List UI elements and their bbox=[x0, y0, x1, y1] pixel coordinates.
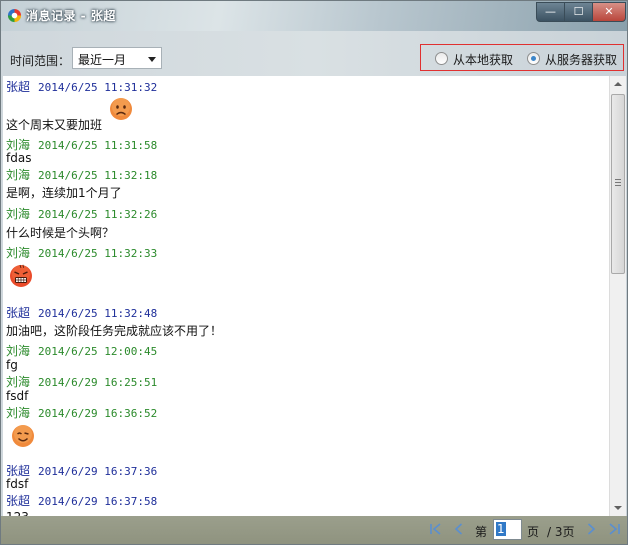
page-suffix: 页 bbox=[527, 525, 540, 539]
close-button[interactable]: ✕ bbox=[592, 2, 626, 22]
sender-name: 刘海 bbox=[6, 246, 31, 260]
sender-name: 张超 bbox=[6, 494, 31, 508]
message-text: 加油吧，这阶段任务完成就应该不用了！ bbox=[6, 324, 223, 338]
sender-name: 刘海 bbox=[6, 375, 31, 389]
time-range-select[interactable]: 最近一月 bbox=[72, 47, 162, 69]
message-time: 2014/6/29 16:37:58 bbox=[38, 495, 158, 508]
title-bar[interactable]: 消息记录 - 张超 — ☐ ✕ bbox=[1, 1, 627, 31]
close-icon: ✕ bbox=[604, 5, 614, 18]
message-time: 2014/6/25 11:31:58 bbox=[38, 139, 158, 152]
sender-name: 刘海 bbox=[6, 207, 31, 221]
radio-local-label[interactable]: 从本地获取 bbox=[453, 51, 513, 68]
filter-bar: 时间范围： 最近一月 从本地获取 从服务器获取 bbox=[1, 31, 627, 76]
time-range-value: 最近一月 bbox=[78, 53, 127, 67]
scroll-up-arrow-icon[interactable] bbox=[610, 76, 626, 93]
message-time: 2014/6/25 11:32:33 bbox=[38, 247, 158, 260]
message-time: 2014/6/29 16:25:51 bbox=[38, 376, 158, 389]
message-time: 2014/6/25 11:32:26 bbox=[38, 208, 158, 221]
angry-face-icon bbox=[10, 264, 32, 287]
sad-face-icon bbox=[110, 98, 132, 120]
last-page-icon[interactable] bbox=[606, 521, 622, 537]
message-text: 什么时候是个头啊？ bbox=[6, 226, 115, 240]
sender-name: 刘海 bbox=[6, 138, 31, 152]
wink-face-icon bbox=[12, 425, 34, 447]
message-time: 2014/6/25 12:00:45 bbox=[38, 345, 158, 358]
message-text: 这个周末又要加班 bbox=[6, 118, 103, 132]
message-time: 2014/6/25 11:31:32 bbox=[38, 81, 158, 94]
radio-server-label[interactable]: 从服务器获取 bbox=[545, 51, 617, 68]
maximize-icon: ☐ bbox=[573, 5, 584, 18]
message-text: fdsf bbox=[6, 477, 29, 491]
radio-server-circle-icon[interactable] bbox=[527, 52, 540, 65]
next-page-icon[interactable] bbox=[583, 521, 599, 537]
page-total: / 3页 bbox=[547, 525, 575, 539]
message-text: fsdf bbox=[6, 389, 29, 403]
message-header: 刘海 2014/6/25 11:32:18 bbox=[6, 166, 157, 183]
sender-name: 张超 bbox=[6, 306, 31, 320]
source-options: 从本地获取 从服务器获取 bbox=[420, 44, 624, 71]
prev-page-icon[interactable] bbox=[451, 521, 467, 537]
radio-local-circle-icon[interactable] bbox=[435, 52, 448, 65]
message-header: 刘海 2014/6/29 16:25:51 bbox=[6, 373, 157, 390]
time-range-label: 时间范围： bbox=[10, 54, 71, 68]
message-time: 2014/6/25 11:32:48 bbox=[38, 307, 158, 320]
chevron-down-icon bbox=[148, 57, 156, 62]
message-header: 刘海 2014/6/25 11:32:26 bbox=[6, 205, 157, 222]
message-text: fdas bbox=[6, 151, 32, 165]
pagination-bar: 第 1 页 / 3页 bbox=[1, 516, 627, 544]
sender-name: 刘海 bbox=[6, 344, 31, 358]
message-time: 2014/6/29 16:36:52 bbox=[38, 407, 158, 420]
scrollbar-thumb[interactable] bbox=[611, 94, 625, 274]
grip-icon bbox=[615, 179, 621, 186]
message-time: 2014/6/29 16:37:36 bbox=[38, 465, 158, 478]
current-page: 1 bbox=[496, 522, 506, 536]
message-header: 刘海 2014/6/25 11:32:33 bbox=[6, 244, 157, 261]
scroll-down-arrow-icon[interactable] bbox=[610, 499, 626, 516]
message-header: 刘海 2014/6/29 16:36:52 bbox=[6, 404, 157, 421]
window-title: 消息记录 - 张超 bbox=[26, 9, 116, 23]
message-list[interactable]: 张超 2014/6/25 11:31:32 这个周末又要加班 刘海 2014/6/2… bbox=[3, 76, 609, 516]
message-header: 刘海 2014/6/25 12:00:45 bbox=[6, 342, 157, 359]
minimize-button[interactable]: — bbox=[536, 2, 565, 22]
message-header: 张超 2014/6/29 16:37:58 bbox=[6, 492, 157, 509]
page-number-input[interactable]: 1 bbox=[493, 519, 522, 540]
message-header: 张超 2014/6/29 16:37:36 bbox=[6, 462, 157, 479]
sender-name: 刘海 bbox=[6, 168, 31, 182]
chat-history-window: 消息记录 - 张超 — ☐ ✕ 时间范围： 最近一月 从本地获取 从服务器获取 … bbox=[0, 0, 628, 545]
first-page-icon[interactable] bbox=[428, 521, 444, 537]
message-header: 张超 2014/6/25 11:32:48 bbox=[6, 304, 157, 321]
message-time: 2014/6/25 11:32:18 bbox=[38, 169, 158, 182]
maximize-button[interactable]: ☐ bbox=[564, 2, 593, 22]
sender-name: 刘海 bbox=[6, 406, 31, 420]
sender-name: 张超 bbox=[6, 464, 31, 478]
message-text: 是啊，连续加1个月了 bbox=[6, 186, 122, 200]
message-header: 张超 2014/6/25 11:31:32 bbox=[6, 78, 157, 95]
page-prefix: 第 bbox=[475, 525, 488, 539]
vertical-scrollbar[interactable] bbox=[609, 76, 626, 516]
app-logo-icon bbox=[7, 8, 22, 23]
message-text: fg bbox=[6, 358, 18, 372]
minimize-icon: — bbox=[545, 5, 556, 18]
sender-name: 张超 bbox=[6, 80, 31, 94]
